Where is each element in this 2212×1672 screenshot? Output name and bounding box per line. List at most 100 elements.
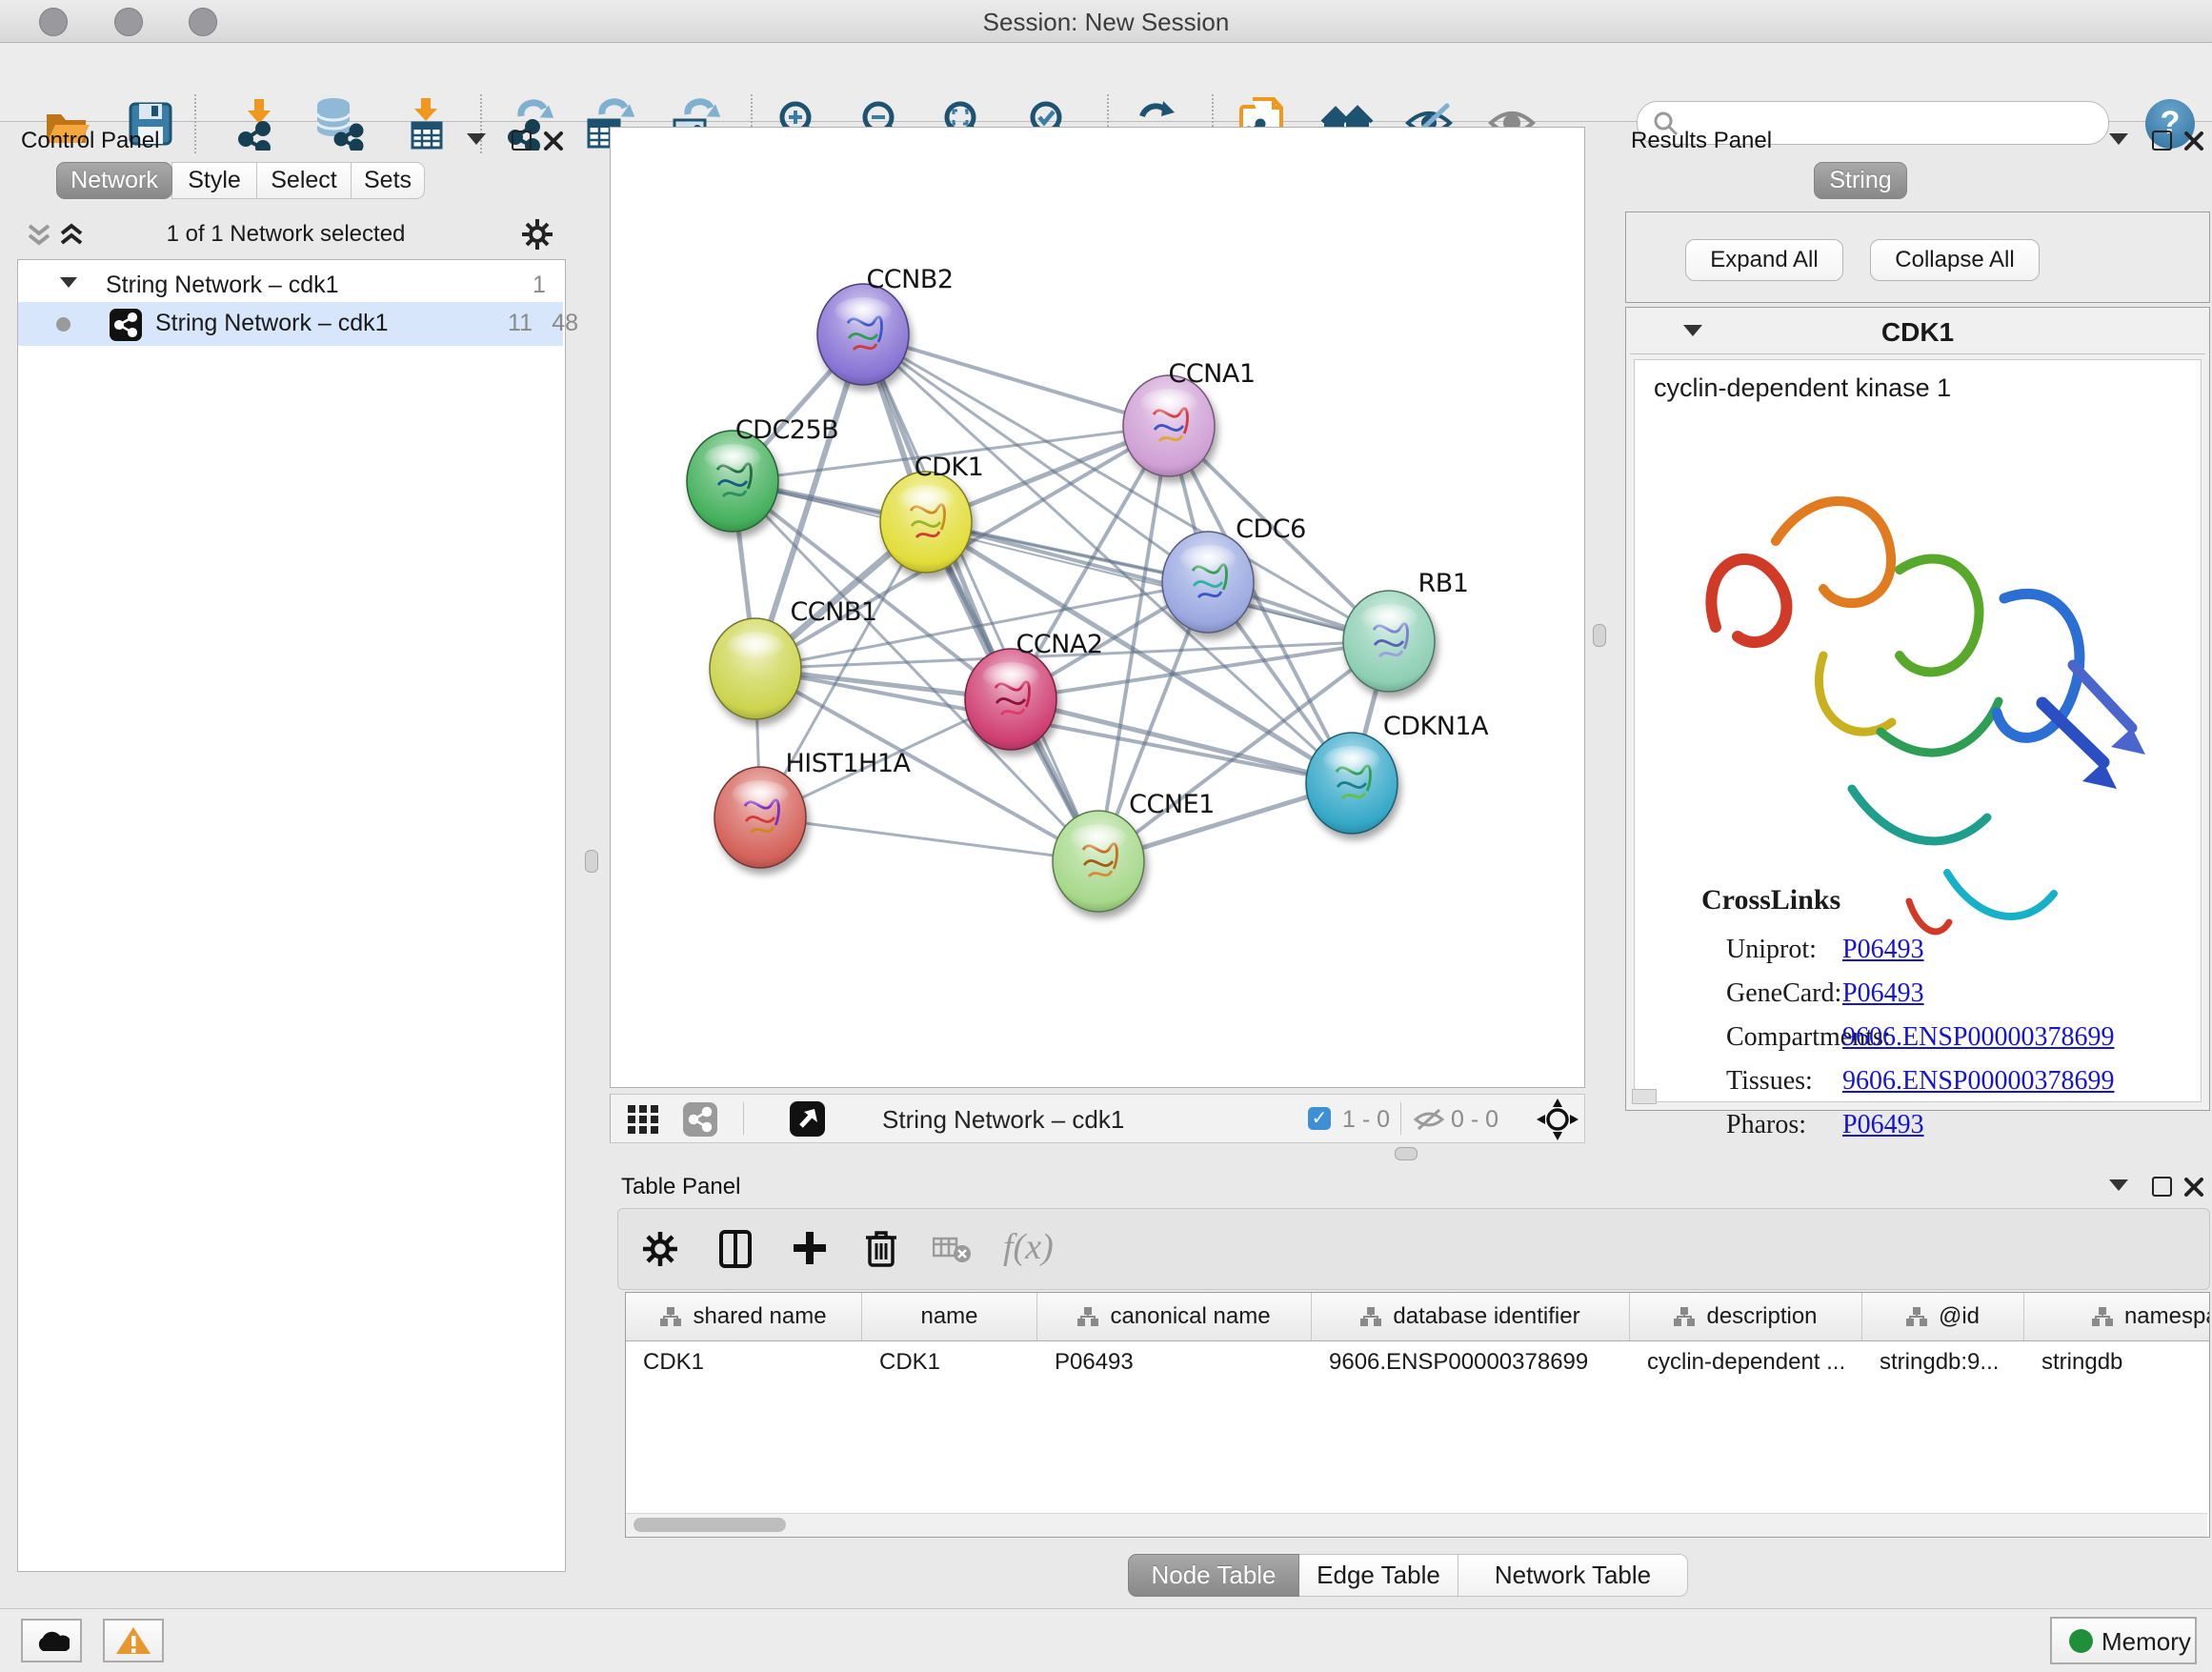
network-node-HIST1H1A[interactable]: HIST1H1A — [714, 749, 912, 868]
tissues-link[interactable]: 9606.ENSP00000378699 — [1842, 1059, 2114, 1103]
node-label-CDC6: CDC6 — [1236, 514, 1306, 544]
import-table-icon[interactable] — [400, 96, 452, 151]
tab-node-table[interactable]: Node Table — [1128, 1554, 1299, 1597]
cloud-status-button[interactable] — [21, 1619, 82, 1662]
tab-sets[interactable]: Sets — [351, 162, 425, 199]
network-type-icon — [110, 309, 142, 341]
show-columns-icon[interactable] — [719, 1230, 752, 1268]
collapse-all-button[interactable]: Collapse All — [1870, 239, 2040, 281]
control-panel-float-icon[interactable] — [512, 131, 532, 151]
network-node-CCNE1[interactable]: CCNE1 — [1053, 790, 1215, 912]
network-tree: String Network – cdk1 1 String Network –… — [17, 259, 566, 1572]
cell-namespace[interactable]: stringdb — [2024, 1341, 2210, 1383]
network-node-CCNA1[interactable]: CCNA1 — [1123, 359, 1256, 476]
cell-id[interactable]: stringdb:9... — [1862, 1341, 2024, 1383]
entry-description: cyclin-dependent kinase 1 — [1654, 373, 1951, 403]
network-node-CDKN1A[interactable]: CDKN1A — [1306, 712, 1489, 834]
table-panel-float-icon[interactable] — [2152, 1177, 2172, 1197]
birds-eye-view-icon[interactable] — [1537, 1098, 1579, 1140]
cell-canonical-name[interactable]: P06493 — [1037, 1341, 1312, 1383]
cell-database-identifier[interactable]: 9606.ENSP00000378699 — [1312, 1341, 1630, 1383]
add-column-icon[interactable] — [792, 1230, 828, 1266]
control-panel-close-icon[interactable] — [543, 131, 564, 151]
right-splitter-handle[interactable] — [1593, 624, 1606, 647]
detach-view-icon[interactable] — [790, 1101, 825, 1137]
network-collection-row[interactable]: String Network – cdk1 1 — [18, 266, 563, 306]
results-panel-close-icon[interactable] — [2183, 131, 2204, 151]
expand-all-tree-icon[interactable] — [59, 221, 84, 250]
results-panel-menu-icon[interactable] — [2109, 133, 2128, 145]
node-label-HIST1H1A: HIST1H1A — [785, 749, 911, 778]
cell-description[interactable]: cyclin-dependent ... — [1630, 1341, 1862, 1383]
network-options-gear-icon[interactable] — [520, 217, 554, 252]
main-toolbar: ? — [0, 43, 2212, 122]
table-panel-menu-icon[interactable] — [2109, 1179, 2128, 1191]
control-panel-menu-icon[interactable] — [467, 133, 486, 145]
results-list-box: CDK1 cyclin-dependent kinase 1 CrossLink… — [1625, 307, 2210, 1111]
grid-view-icon[interactable] — [628, 1105, 660, 1134]
node-label-CCNB1: CCNB1 — [790, 597, 876, 627]
tab-edge-table[interactable]: Edge Table — [1298, 1554, 1458, 1597]
scrollbar-thumb[interactable] — [633, 1518, 786, 1532]
node-label-CCNE1: CCNE1 — [1129, 790, 1215, 819]
import-network-from-database-icon[interactable] — [311, 95, 366, 151]
cell-name[interactable]: CDK1 — [862, 1341, 1037, 1383]
network-share-icon[interactable] — [683, 1102, 717, 1137]
genecard-link[interactable]: P06493 — [1842, 972, 2114, 1016]
selected-nodes-checkbox[interactable]: ✓ — [1308, 1107, 1331, 1130]
column-header[interactable]: name — [862, 1293, 1037, 1340]
collapse-all-tree-icon[interactable] — [27, 221, 51, 250]
table-panel-close-icon[interactable] — [2183, 1177, 2204, 1198]
results-panel-title: Results Panel — [1631, 128, 1772, 154]
cell-shared-name[interactable]: CDK1 — [626, 1341, 862, 1383]
network-row[interactable]: String Network – cdk1 11 48 — [18, 302, 563, 346]
node-label-CCNA2: CCNA2 — [1016, 630, 1102, 659]
column-header[interactable]: description — [1630, 1293, 1862, 1340]
compartments-link[interactable]: 9606.ENSP00000378699 — [1842, 1016, 2114, 1059]
result-entry-header[interactable]: CDK1 — [1630, 312, 2205, 354]
delete-column-icon[interactable] — [864, 1228, 898, 1268]
tab-network[interactable]: Network — [56, 162, 172, 199]
column-header[interactable]: database identifier — [1312, 1293, 1630, 1340]
shared-column-icon — [2092, 1307, 2113, 1326]
network-edge-CCNE1-HIST1H1A[interactable] — [760, 817, 1098, 861]
collection-expand-icon[interactable] — [60, 277, 77, 288]
tab-string[interactable]: String — [1814, 162, 1907, 199]
node-label-RB1: RB1 — [1418, 569, 1469, 598]
network-node-CCNB2[interactable]: CCNB2 — [817, 265, 954, 385]
network-label: String Network – cdk1 — [155, 310, 389, 337]
memory-button[interactable]: Memory — [2050, 1617, 2197, 1664]
table-horizontal-scrollbar[interactable] — [626, 1513, 2207, 1537]
table-row[interactable]: CDK1 CDK1 P06493 9606.ENSP00000378699 cy… — [626, 1341, 2209, 1383]
pharos-link[interactable]: P06493 — [1842, 1103, 2114, 1147]
status-bar: Memory — [0, 1608, 2212, 1672]
column-header[interactable]: @id — [1862, 1293, 2024, 1340]
title-bar: Session: New Session — [0, 0, 2212, 43]
column-header[interactable]: shared name — [626, 1293, 862, 1340]
left-splitter-handle[interactable] — [585, 850, 598, 873]
network-node-CCNB1[interactable]: CCNB1 — [710, 597, 877, 719]
uniprot-link[interactable]: P06493 — [1842, 928, 2114, 972]
results-panel-float-icon[interactable] — [2152, 131, 2172, 151]
warning-status-button[interactable] — [103, 1619, 164, 1662]
warning-icon — [115, 1625, 151, 1656]
expand-all-button[interactable]: Expand All — [1685, 239, 1843, 281]
shared-column-icon — [1906, 1307, 1927, 1326]
toolbar-separator — [743, 1102, 744, 1135]
column-header[interactable]: canonical name — [1037, 1293, 1312, 1340]
table-options-gear-icon[interactable] — [641, 1230, 679, 1268]
network-edge-CCNB2-CCNE1[interactable] — [863, 334, 1098, 861]
network-node-CDK1[interactable]: CDK1 — [880, 453, 983, 573]
network-edge-CCNB2-CCNA1[interactable] — [863, 334, 1169, 426]
tab-style[interactable]: Style — [171, 162, 257, 199]
network-view-title: String Network – cdk1 — [882, 1105, 1124, 1135]
bottom-splitter-handle[interactable] — [1395, 1147, 1418, 1160]
toolbar-separator — [194, 94, 196, 153]
tab-select[interactable]: Select — [256, 162, 352, 199]
import-network-icon[interactable] — [234, 97, 284, 151]
column-header[interactable]: namespace — [2024, 1293, 2210, 1340]
collection-label: String Network – cdk1 — [106, 272, 339, 299]
tab-network-table[interactable]: Network Table — [1458, 1554, 1688, 1597]
network-node-RB1[interactable]: RB1 — [1343, 569, 1468, 692]
entry-gene-name: CDK1 — [1630, 317, 2205, 348]
